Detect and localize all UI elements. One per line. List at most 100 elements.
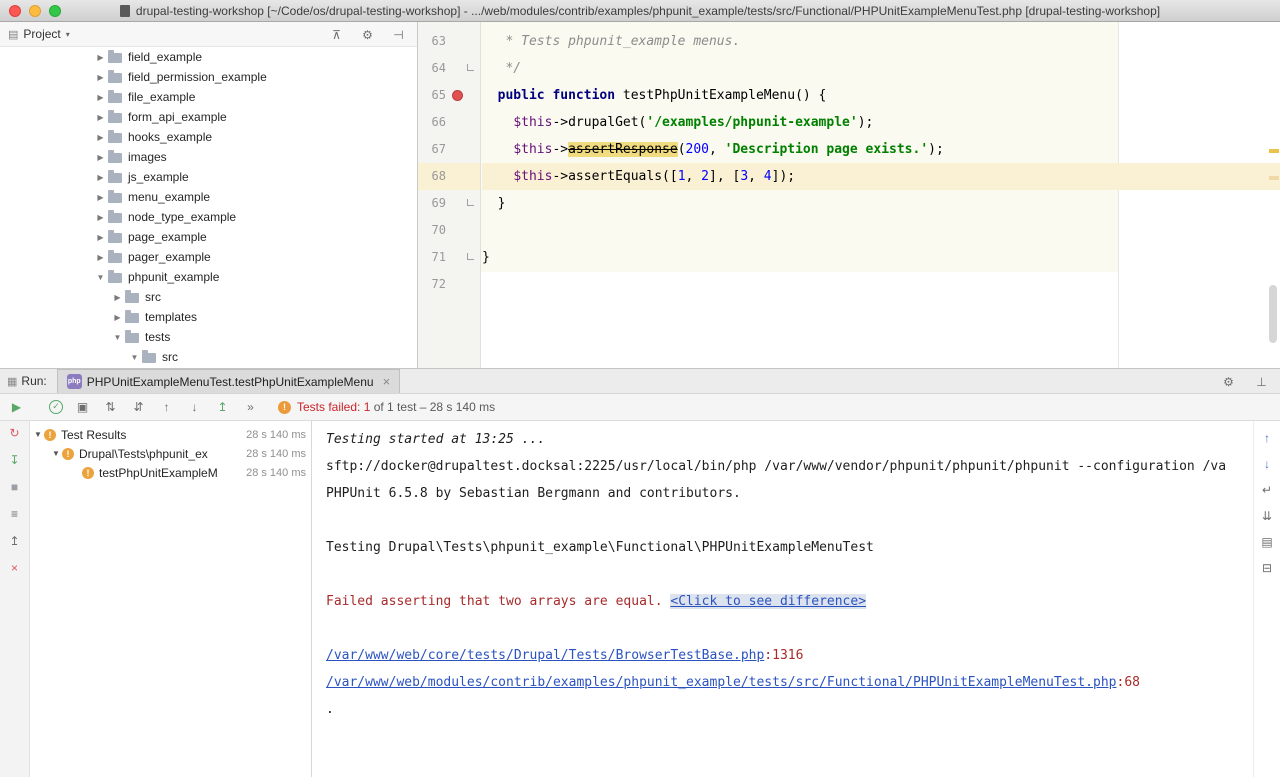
run-tab-active[interactable]: php PHPUnitExampleMenuTest.testPhpUnitEx… [57,369,400,393]
chevron-right-icon[interactable]: ▶ [94,53,107,62]
warning-stripe-mark[interactable] [1269,176,1279,180]
sort-by-duration-icon[interactable]: ⇵ [130,399,147,415]
tree-item-src[interactable]: ▶src [0,287,417,307]
gutter-line-69[interactable]: 69 [418,190,480,217]
test-tree-item[interactable]: !testPhpUnitExampleM28 s 140 ms [30,463,311,482]
tree-item-images[interactable]: ▶images [0,147,417,167]
gutter-line-67[interactable]: 67 [418,136,480,163]
chevron-right-icon[interactable]: ▶ [94,113,107,122]
gutter-line-70[interactable]: 70 [418,217,480,244]
next-failed-test-icon[interactable]: ↓ [186,399,203,415]
stop-icon[interactable]: ■ [6,479,23,495]
tree-item-templates[interactable]: ▶templates [0,307,417,327]
rerun-failed-tests-icon[interactable]: ↻ [6,425,23,441]
tree-item-hooks_example[interactable]: ▶hooks_example [0,127,417,147]
chevron-right-icon[interactable]: ▶ [94,193,107,202]
tree-item-pager_example[interactable]: ▶pager_example [0,247,417,267]
test-tree-item[interactable]: ▼!Test Results28 s 140 ms [30,425,311,444]
settings-gear-icon[interactable]: ⚙ [1220,374,1237,390]
chevron-right-icon[interactable]: ▶ [94,173,107,182]
import-results-icon[interactable]: ↧ [6,452,23,468]
code-line-70[interactable] [482,217,1280,244]
chevron-down-icon[interactable]: ▼ [111,333,124,342]
gutter-line-71[interactable]: 71 [418,244,480,271]
chevron-right-icon[interactable]: ▶ [94,253,107,262]
tree-item-phpunit_example[interactable]: ▼phpunit_example [0,267,417,287]
import-test-results-icon[interactable]: ↥ [214,399,231,415]
gutter-line-63[interactable]: 63 [418,28,480,55]
code-line-63[interactable]: * Tests phpunit_example menus. [482,28,1280,55]
hide-window-icon[interactable]: ⊥ [1253,374,1270,390]
show-passed-icon[interactable]: ✓ [49,400,63,414]
tree-item-field_example[interactable]: ▶field_example [0,47,417,67]
code-line-69[interactable]: } [482,190,1280,217]
console-output[interactable]: Testing started at 13:25 ...sftp://docke… [312,421,1253,777]
chevron-down-icon[interactable]: ▾ [66,30,70,39]
tree-item-field_permission_example[interactable]: ▶field_permission_example [0,67,417,87]
chevron-right-icon[interactable]: ▶ [94,133,107,142]
fold-marker-icon[interactable] [467,253,474,260]
chevron-right-icon[interactable]: ▶ [111,293,124,302]
console-link[interactable]: /var/www/web/core/tests/Drupal/Tests/Bro… [326,648,764,663]
previous-failed-test-icon[interactable]: ↑ [158,399,175,415]
editor-scrollbar-thumb[interactable] [1269,285,1277,343]
project-panel-title[interactable]: Project [23,27,60,41]
hide-panel-icon[interactable]: ⊣ [390,27,407,43]
zoom-window-button[interactable] [49,5,61,17]
tree-item-menu_example[interactable]: ▶menu_example [0,187,417,207]
failed-test-gutter-icon[interactable] [452,90,463,101]
close-window-button[interactable] [9,5,21,17]
chevron-down-icon[interactable]: ▼ [50,449,62,458]
gutter-line-65[interactable]: 65 [418,82,480,109]
gutter-line-66[interactable]: 66 [418,109,480,136]
tree-item-node_type_example[interactable]: ▶node_type_example [0,207,417,227]
chevron-right-icon[interactable]: ▶ [94,213,107,222]
test-history-icon[interactable]: ≡ [6,506,23,522]
chevron-right-icon[interactable]: ▶ [94,73,107,82]
clear-console-icon[interactable]: ⊟ [1259,560,1276,576]
fold-marker-icon[interactable] [467,64,474,71]
sort-alphabetically-icon[interactable]: ⇅ [102,399,119,415]
show-ignored-icon[interactable]: ▣ [74,399,91,415]
close-icon[interactable]: × [6,560,23,576]
code-line-64[interactable]: */ [482,55,1280,82]
chevron-down-icon[interactable]: ▼ [32,430,44,439]
scroll-to-end-icon[interactable]: ⇊ [1259,508,1276,524]
gutter-line-72[interactable]: 72 [418,271,480,298]
export-test-results-icon[interactable]: ↥ [6,533,23,549]
tree-item-src[interactable]: ▼src [0,347,417,367]
collapse-all-icon[interactable]: ⊼ [328,27,345,43]
chevron-down-icon[interactable]: ▼ [94,273,107,282]
gutter-line-68[interactable]: 68 [418,163,480,190]
warning-stripe-mark[interactable] [1269,149,1279,153]
chevron-down-icon[interactable]: ▼ [128,353,141,362]
tree-item-form_api_example[interactable]: ▶form_api_example [0,107,417,127]
print-icon[interactable]: ▤ [1259,534,1276,550]
code-line-72[interactable] [482,271,1280,298]
tree-item-page_example[interactable]: ▶page_example [0,227,417,247]
test-tree-item[interactable]: ▼!Drupal\Tests\phpunit_ex28 s 140 ms [30,444,311,463]
rerun-tests-icon[interactable]: ▶ [8,399,25,415]
minimize-window-button[interactable] [29,5,41,17]
code-line-67[interactable]: $this->assertResponse(200, 'Description … [482,136,1280,163]
up-stack-trace-icon[interactable]: ↑ [1259,430,1276,446]
code-line-71[interactable]: } [482,244,1280,271]
tree-item-file_example[interactable]: ▶file_example [0,87,417,107]
gutter-line-64[interactable]: 64 [418,55,480,82]
console-link[interactable]: /var/www/web/modules/contrib/examples/ph… [326,675,1117,690]
settings-gear-icon[interactable]: ⚙ [359,27,376,43]
chevron-right-icon[interactable]: ▶ [94,93,107,102]
tree-item-tests[interactable]: ▼tests [0,327,417,347]
down-stack-trace-icon[interactable]: ↓ [1259,456,1276,472]
code-line-66[interactable]: $this->drupalGet('/examples/phpunit-exam… [482,109,1280,136]
chevron-right-icon[interactable]: ▶ [111,313,124,322]
console-link[interactable]: <Click to see difference> [670,594,866,609]
more-actions-icon[interactable]: » [242,399,259,415]
chevron-right-icon[interactable]: ▶ [94,153,107,162]
soft-wrap-icon[interactable]: ↵ [1259,482,1276,498]
close-tab-icon[interactable]: × [383,374,391,389]
fold-marker-icon[interactable] [467,199,474,206]
editor-code-lines[interactable]: * Tests phpunit_example menus. */ public… [482,22,1280,298]
code-line-65[interactable]: public function testPhpUnitExampleMenu()… [482,82,1280,109]
code-line-68[interactable]: $this->assertEquals([1, 2], [3, 4]); [482,163,1280,190]
